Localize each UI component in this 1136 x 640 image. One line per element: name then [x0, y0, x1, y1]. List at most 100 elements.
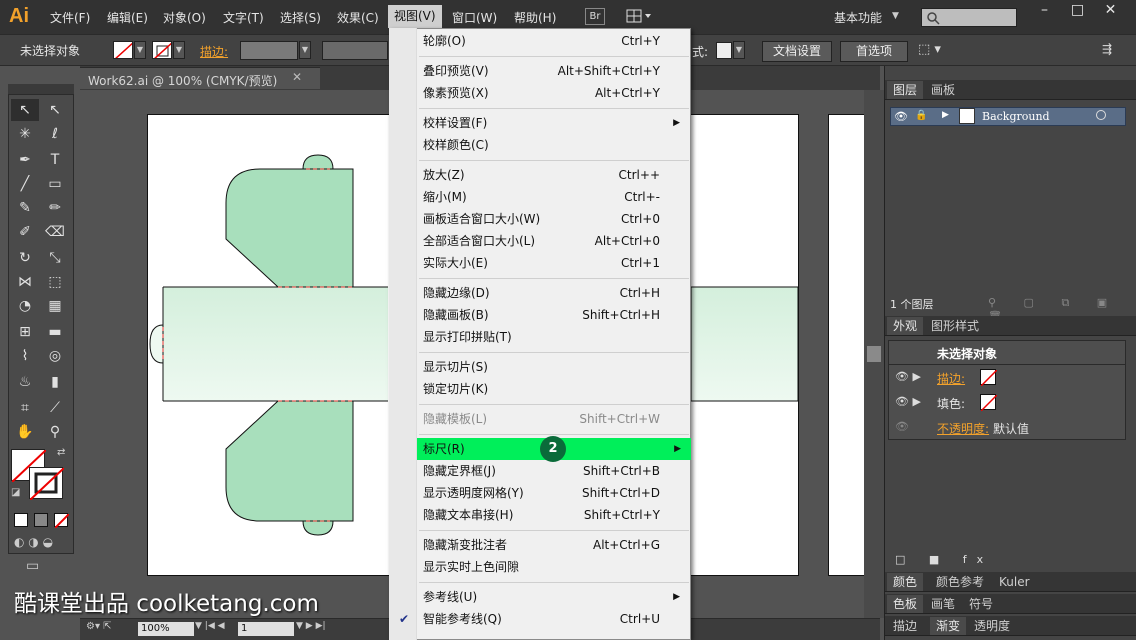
- document-setup-button[interactable]: 文档设置: [762, 41, 832, 62]
- lasso-tool-icon[interactable]: ℓ: [41, 123, 69, 145]
- appearance-actions-icons[interactable]: □ ■ fx: [895, 553, 993, 566]
- menu-item[interactable]: 隐藏文本串接(H) Shift+Ctrl+Y: [390, 504, 690, 526]
- swap-colors-icon[interactable]: ⇄: [57, 447, 65, 458]
- appearance-fill-swatch[interactable]: [980, 394, 998, 412]
- shape-builder-tool-icon[interactable]: ◔: [11, 295, 39, 317]
- line-tool-icon[interactable]: ╱: [11, 173, 39, 195]
- menu-edit[interactable]: 编辑(E): [107, 9, 148, 26]
- expand-triangle-icon[interactable]: ▶: [942, 110, 949, 120]
- variable-width-field[interactable]: [322, 41, 388, 60]
- opacity-eye-icon[interactable]: 👁: [895, 420, 909, 433]
- pencil-tool-icon[interactable]: ✏: [41, 197, 69, 219]
- menu-item[interactable]: 显示打印拼贴(T): [390, 326, 690, 348]
- symbol-sprayer-tool-icon[interactable]: ♨: [11, 371, 39, 393]
- stroke-weight-label[interactable]: 描边:: [200, 43, 228, 60]
- isolate-icon[interactable]: ⬚ ▾: [918, 42, 941, 57]
- menu-effect[interactable]: 效果(C): [337, 9, 379, 26]
- scale-tool-icon[interactable]: ⤡: [41, 247, 69, 269]
- color-mode-icon[interactable]: [14, 513, 28, 527]
- menu-item[interactable]: 隐藏画板(B) Shift+Ctrl+H: [390, 304, 690, 326]
- tab-swatches[interactable]: 色板: [887, 595, 924, 613]
- menu-item[interactable]: 轮廓(O) Ctrl+Y: [390, 30, 690, 52]
- close-tab-icon[interactable]: ✕: [292, 70, 302, 84]
- fill-swatch[interactable]: [113, 41, 133, 59]
- visibility-eye-icon[interactable]: 👁: [894, 110, 908, 123]
- artboard-number-field[interactable]: 1: [238, 622, 294, 636]
- eyedropper-tool-icon[interactable]: ⌇: [11, 345, 39, 367]
- status-icon[interactable]: ⚙▾ ⇱: [86, 621, 112, 632]
- zoom-level-field[interactable]: 100%: [138, 622, 194, 636]
- menu-item[interactable]: 实际大小(E) Ctrl+1: [390, 252, 690, 274]
- zoom-dropdown[interactable]: ▼ |◀ ◀: [195, 621, 225, 631]
- menu-item[interactable]: 校样颜色(C): [390, 134, 690, 156]
- artboard-navigation[interactable]: ▼ ▶ ▶|: [296, 621, 326, 631]
- tab-gradient[interactable]: 渐变: [930, 617, 967, 635]
- tab-transparency[interactable]: 透明度: [968, 617, 1016, 635]
- menu-item[interactable]: 像素预览(X) Alt+Ctrl+Y: [390, 82, 690, 104]
- gradient-mode-icon[interactable]: [34, 513, 48, 527]
- none-mode-icon[interactable]: [54, 513, 70, 529]
- screen-mode-icon[interactable]: ▭: [26, 558, 39, 574]
- selection-tool-icon[interactable]: ↖: [11, 99, 39, 121]
- artboard-secondary[interactable]: [828, 114, 866, 576]
- fill-eye-icon[interactable]: 👁 ▶: [895, 395, 921, 408]
- stroke-eye-icon[interactable]: 👁 ▶: [895, 370, 921, 383]
- rectangle-tool-icon[interactable]: ▭: [41, 173, 69, 195]
- fill-dropdown[interactable]: ▼: [134, 41, 146, 59]
- menu-item[interactable]: 叠印预览(V) Alt+Shift+Ctrl+Y: [390, 60, 690, 82]
- menu-item[interactable]: 显示实时上色间隙: [390, 556, 690, 578]
- search-input[interactable]: [921, 8, 1017, 27]
- maximize-button[interactable]: □: [1061, 0, 1094, 20]
- width-tool-icon[interactable]: ⋈: [11, 271, 39, 293]
- drawing-modes-icon[interactable]: ◐ ◑ ◒: [14, 535, 53, 549]
- tab-stroke[interactable]: 描边: [887, 617, 923, 635]
- menu-item[interactable]: 画板适合窗口大小(W) Ctrl+0: [390, 208, 690, 230]
- zoom-tool-icon[interactable]: ⚲: [41, 421, 69, 443]
- menu-item[interactable]: 隐藏渐变批注者 Alt+Ctrl+G: [390, 534, 690, 556]
- gradient-tool-icon[interactable]: ▬: [41, 321, 69, 343]
- artboard-tool-icon[interactable]: ⌗: [11, 397, 39, 419]
- perspective-grid-tool-icon[interactable]: ▦: [41, 295, 69, 317]
- blend-tool-icon[interactable]: ◎: [41, 345, 69, 367]
- menu-item[interactable]: 显示切片(S): [390, 356, 690, 378]
- tab-color[interactable]: 颜色: [887, 573, 924, 591]
- eraser-tool-icon[interactable]: ⌫: [41, 221, 69, 243]
- tab-appearance[interactable]: 外观: [887, 317, 924, 335]
- menu-item[interactable]: 显示透明度网格(Y) Shift+Ctrl+D: [390, 482, 690, 504]
- graphic-style-swatch[interactable]: [716, 42, 732, 59]
- menu-item[interactable]: 放大(Z) Ctrl++: [390, 164, 690, 186]
- layer-name[interactable]: Background: [982, 110, 1050, 123]
- type-tool-icon[interactable]: T: [41, 149, 69, 171]
- target-circle-icon[interactable]: [1096, 110, 1106, 120]
- arrange-documents-icon[interactable]: [625, 8, 653, 25]
- direct-selection-tool-icon[interactable]: ↖: [41, 99, 69, 121]
- tab-symbols[interactable]: 符号: [963, 595, 999, 613]
- slice-tool-icon[interactable]: ⟋: [41, 397, 69, 419]
- menu-file[interactable]: 文件(F): [50, 9, 90, 26]
- column-graph-tool-icon[interactable]: ▮: [41, 371, 69, 393]
- stroke-weight-field[interactable]: [240, 41, 298, 60]
- pen-tool-icon[interactable]: ✒: [11, 149, 39, 171]
- menu-window[interactable]: 窗口(W): [452, 9, 497, 26]
- minimize-button[interactable]: –: [1028, 0, 1061, 20]
- menu-type[interactable]: 文字(T): [223, 9, 264, 26]
- menu-item[interactable]: 隐藏模板(L) Shift+Ctrl+W: [390, 408, 690, 430]
- menu-object[interactable]: 对象(O): [163, 9, 206, 26]
- menu-item[interactable]: 校样设置(F) ▶: [390, 112, 690, 134]
- appearance-fill-label[interactable]: 填色:: [937, 395, 965, 412]
- menu-help[interactable]: 帮助(H): [514, 9, 556, 26]
- close-button[interactable]: ✕: [1094, 0, 1127, 20]
- menu-item[interactable]: 智能参考线(Q) Ctrl+U ✔: [390, 608, 690, 630]
- default-colors-icon[interactable]: ◪: [11, 487, 20, 498]
- tab-artboards[interactable]: 画板: [925, 81, 961, 99]
- vertical-scrollbar[interactable]: [864, 90, 884, 618]
- menu-item[interactable]: 隐藏定界框(J) Shift+Ctrl+B: [390, 460, 690, 482]
- tab-brushes[interactable]: 画笔: [925, 595, 961, 613]
- tab-kuler[interactable]: Kuler: [993, 573, 1036, 591]
- panel-menu-icon[interactable]: ⇶: [1102, 42, 1112, 56]
- free-transform-tool-icon[interactable]: ⬚: [41, 271, 69, 293]
- stroke-weight-dropdown[interactable]: ▼: [299, 41, 311, 59]
- stroke-dropdown[interactable]: ▼: [173, 41, 185, 59]
- tab-graphic-styles[interactable]: 图形样式: [925, 317, 985, 335]
- menu-view[interactable]: 视图(V): [388, 5, 442, 28]
